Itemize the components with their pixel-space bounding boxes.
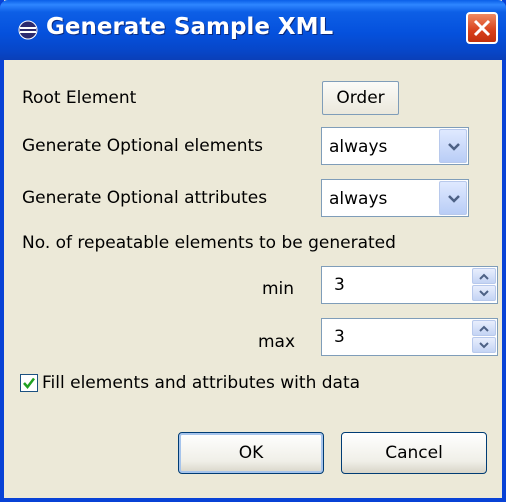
eclipse-app-icon [18, 20, 38, 40]
dropdown-button[interactable] [439, 181, 467, 215]
cancel-button[interactable]: Cancel [341, 432, 487, 474]
spin-down-button[interactable] [472, 337, 496, 353]
max-label: max [258, 332, 296, 352]
close-button[interactable] [466, 12, 498, 44]
gen-optional-attributes-label: Generate Optional attributes [22, 188, 268, 208]
chevron-down-icon [448, 143, 460, 151]
gen-optional-elements-label: Generate Optional elements [22, 136, 264, 156]
gen-optional-elements-select[interactable]: always [321, 127, 469, 165]
fill-data-label[interactable]: Fill elements and attributes with data [42, 373, 360, 393]
gen-optional-attributes-select[interactable]: always [321, 179, 469, 217]
dialog-title: Generate Sample XML [46, 14, 334, 40]
title-bar[interactable]: Generate Sample XML [0, 0, 506, 60]
spin-down-button[interactable] [472, 285, 496, 301]
min-spinner[interactable]: 3 [321, 266, 498, 304]
gen-optional-elements-value: always [329, 137, 388, 157]
root-element-button[interactable]: Order [322, 81, 399, 115]
max-spinner[interactable]: 3 [321, 318, 498, 356]
chevron-down-icon [479, 342, 489, 349]
fill-data-checkbox[interactable] [20, 374, 38, 392]
max-value: 3 [334, 327, 345, 347]
spin-up-button[interactable] [472, 268, 496, 284]
chevron-up-icon [479, 325, 489, 332]
min-value: 3 [334, 275, 345, 295]
gen-optional-attributes-value: always [329, 189, 388, 209]
ok-button[interactable]: OK [178, 432, 324, 474]
close-icon [473, 19, 491, 37]
min-label: min [262, 279, 295, 299]
checkmark-icon [23, 377, 35, 389]
chevron-up-icon [479, 273, 489, 280]
chevron-down-icon [448, 195, 460, 203]
repeatable-elements-label: No. of repeatable elements to be generat… [22, 233, 396, 253]
dropdown-button[interactable] [439, 129, 467, 163]
chevron-down-icon [479, 290, 489, 297]
root-element-label: Root Element [22, 88, 137, 108]
spin-up-button[interactable] [472, 320, 496, 336]
